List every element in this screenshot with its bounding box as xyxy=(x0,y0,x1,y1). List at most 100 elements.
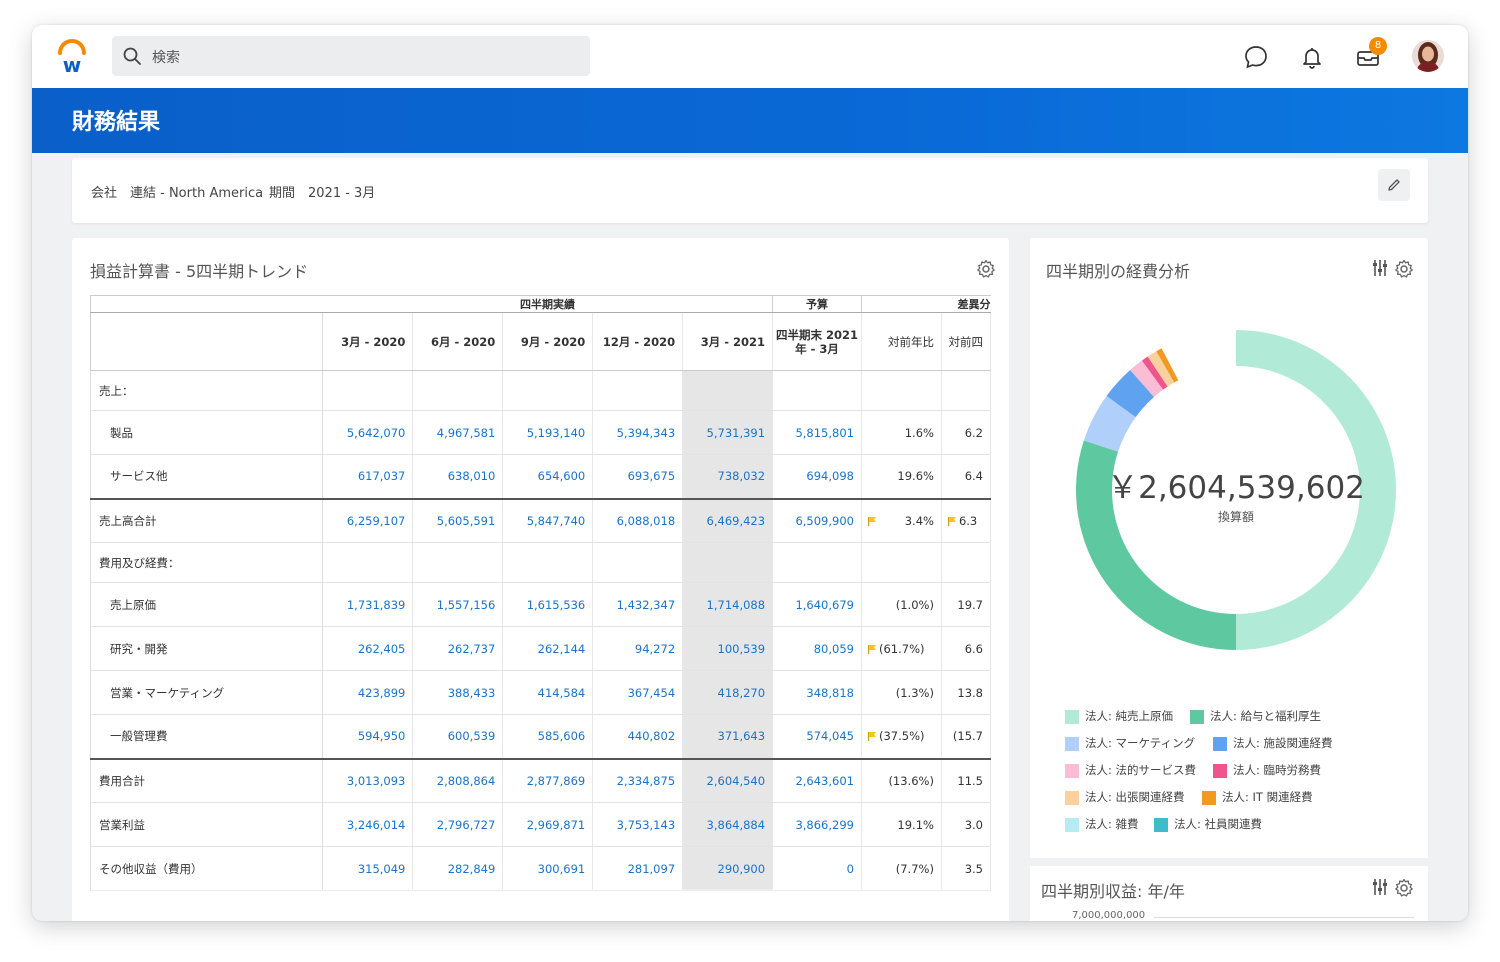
value-cell[interactable]: 262,144 xyxy=(502,626,594,671)
column-header[interactable]: 対前年比 xyxy=(861,312,942,371)
edit-button[interactable] xyxy=(1378,169,1410,201)
value-cell[interactable]: 282,849 xyxy=(412,846,504,891)
legend-item[interactable]: 法人: マーケティング xyxy=(1065,735,1195,751)
legend-swatch xyxy=(1190,709,1204,724)
column-header[interactable]: 9月 - 2020 xyxy=(502,312,594,371)
legend-item[interactable]: 法人: 給与と福利厚生 xyxy=(1190,708,1321,724)
value-cell[interactable]: 5,847,740 xyxy=(502,497,594,543)
variance-cell: 3.5 xyxy=(941,846,991,891)
gear-icon[interactable] xyxy=(976,259,996,279)
value-cell[interactable]: 100,539 xyxy=(682,626,774,671)
value-cell[interactable]: 1,557,156 xyxy=(412,582,504,627)
avatar[interactable] xyxy=(1412,40,1444,72)
legend-item[interactable]: 法人: 社員関連費 xyxy=(1154,816,1262,832)
column-header[interactable]: 3月 - 2021 xyxy=(682,312,774,371)
value-cell[interactable]: 2,334,875 xyxy=(592,757,684,803)
value-cell[interactable]: 6,259,107 xyxy=(322,497,414,543)
value-cell[interactable]: 5,193,140 xyxy=(502,410,594,455)
column-header[interactable]: 四半期末 2021 年 - 3月 xyxy=(772,312,862,371)
search-bar[interactable]: 検索 xyxy=(112,36,590,76)
value-cell[interactable]: 585,606 xyxy=(502,714,594,759)
value-cell[interactable]: 693,675 xyxy=(592,454,684,499)
value-cell[interactable]: 617,037 xyxy=(322,454,414,499)
column-header[interactable]: 6月 - 2020 xyxy=(412,312,504,371)
value-cell[interactable]: 94,272 xyxy=(592,626,684,671)
value-cell[interactable]: 5,731,391 xyxy=(682,410,774,455)
value-cell[interactable]: 1,432,347 xyxy=(592,582,684,627)
filter-sliders-icon[interactable] xyxy=(1370,877,1390,897)
value-cell xyxy=(772,370,862,411)
inbox-count-badge: 8 xyxy=(1369,37,1387,55)
value-cell[interactable]: 2,808,864 xyxy=(412,757,504,803)
value-cell[interactable]: 262,737 xyxy=(412,626,504,671)
value-cell[interactable]: 371,643 xyxy=(682,714,774,759)
period-label: 期間 xyxy=(269,186,296,201)
value-cell[interactable]: 0 xyxy=(772,846,862,891)
value-cell[interactable]: 738,032 xyxy=(682,454,774,499)
value-cell[interactable]: 80,059 xyxy=(772,626,862,671)
value-cell[interactable]: 423,899 xyxy=(322,670,414,715)
gear-icon[interactable] xyxy=(1394,878,1414,898)
legend-item[interactable]: 法人: IT 関連経費 xyxy=(1202,789,1313,805)
value-cell[interactable]: 3,866,299 xyxy=(772,802,862,847)
value-cell[interactable]: 2,643,601 xyxy=(772,757,862,803)
value-cell[interactable]: 654,600 xyxy=(502,454,594,499)
value-cell[interactable]: 5,815,801 xyxy=(772,410,862,455)
value-cell[interactable]: 2,604,540 xyxy=(682,757,774,803)
legend-item[interactable]: 法人: 臨時労務費 xyxy=(1213,762,1321,778)
value-cell[interactable]: 1,731,839 xyxy=(322,582,414,627)
column-header[interactable]: 12月 - 2020 xyxy=(592,312,684,371)
value-cell[interactable]: 3,246,014 xyxy=(322,802,414,847)
table-row: 売上： xyxy=(90,370,991,411)
value-cell[interactable]: 3,753,143 xyxy=(592,802,684,847)
legend-item[interactable]: 法人: 法的サービス費 xyxy=(1065,762,1196,778)
pencil-icon xyxy=(1388,179,1400,191)
value-cell[interactable]: 574,045 xyxy=(772,714,862,759)
value-cell[interactable]: 5,605,591 xyxy=(412,497,504,543)
column-header[interactable]: 対前四 xyxy=(941,312,991,371)
value-cell[interactable]: 315,049 xyxy=(322,846,414,891)
chat-icon[interactable] xyxy=(1243,44,1269,70)
value-cell[interactable]: 281,097 xyxy=(592,846,684,891)
value-cell[interactable]: 367,454 xyxy=(592,670,684,715)
column-header[interactable]: 3月 - 2020 xyxy=(322,312,414,371)
value-cell[interactable]: 5,394,343 xyxy=(592,410,684,455)
value-cell[interactable]: 2,877,869 xyxy=(502,757,594,803)
value-cell[interactable]: 6,509,900 xyxy=(772,497,862,543)
value-cell[interactable]: 3,864,884 xyxy=(682,802,774,847)
value-cell[interactable]: 594,950 xyxy=(322,714,414,759)
filter-sliders-icon[interactable] xyxy=(1370,258,1390,278)
value-cell[interactable]: 414,584 xyxy=(502,670,594,715)
bell-icon[interactable] xyxy=(1299,44,1325,70)
value-cell[interactable]: 418,270 xyxy=(682,670,774,715)
gear-icon[interactable] xyxy=(1394,259,1414,279)
value-cell[interactable]: 300,691 xyxy=(502,846,594,891)
value-cell[interactable]: 3,013,093 xyxy=(322,757,414,803)
legend-item[interactable]: 法人: 純売上原価 xyxy=(1065,708,1173,724)
value-cell[interactable]: 638,010 xyxy=(412,454,504,499)
expense-total: ￥2,604,539,602 xyxy=(1107,470,1365,506)
value-cell[interactable]: 290,900 xyxy=(682,846,774,891)
value-cell[interactable]: 388,433 xyxy=(412,670,504,715)
value-cell[interactable]: 6,469,423 xyxy=(682,497,774,543)
value-cell[interactable]: 694,098 xyxy=(772,454,862,499)
value-cell[interactable]: 600,539 xyxy=(412,714,504,759)
row-label: 売上原価 xyxy=(90,582,324,627)
value-cell[interactable]: 262,405 xyxy=(322,626,414,671)
value-cell[interactable]: 1,640,679 xyxy=(772,582,862,627)
workday-logo-icon[interactable]: w xyxy=(56,39,88,77)
value-cell[interactable]: 1,714,088 xyxy=(682,582,774,627)
expense-analysis-title: 四半期別の経費分析 xyxy=(1046,262,1191,281)
value-cell[interactable]: 2,969,871 xyxy=(502,802,594,847)
legend-item[interactable]: 法人: 施設関連経費 xyxy=(1213,735,1333,751)
value-cell[interactable]: 1,615,536 xyxy=(502,582,594,627)
value-cell[interactable]: 4,967,581 xyxy=(412,410,504,455)
legend-item[interactable]: 法人: 雑費 xyxy=(1065,816,1139,832)
value-cell[interactable]: 2,796,727 xyxy=(412,802,504,847)
legend-item[interactable]: 法人: 出張関連経費 xyxy=(1065,789,1185,805)
value-cell[interactable]: 440,802 xyxy=(592,714,684,759)
value-cell[interactable]: 5,642,070 xyxy=(322,410,414,455)
value-cell[interactable]: 348,818 xyxy=(772,670,862,715)
value-cell xyxy=(502,542,594,583)
value-cell[interactable]: 6,088,018 xyxy=(592,497,684,543)
